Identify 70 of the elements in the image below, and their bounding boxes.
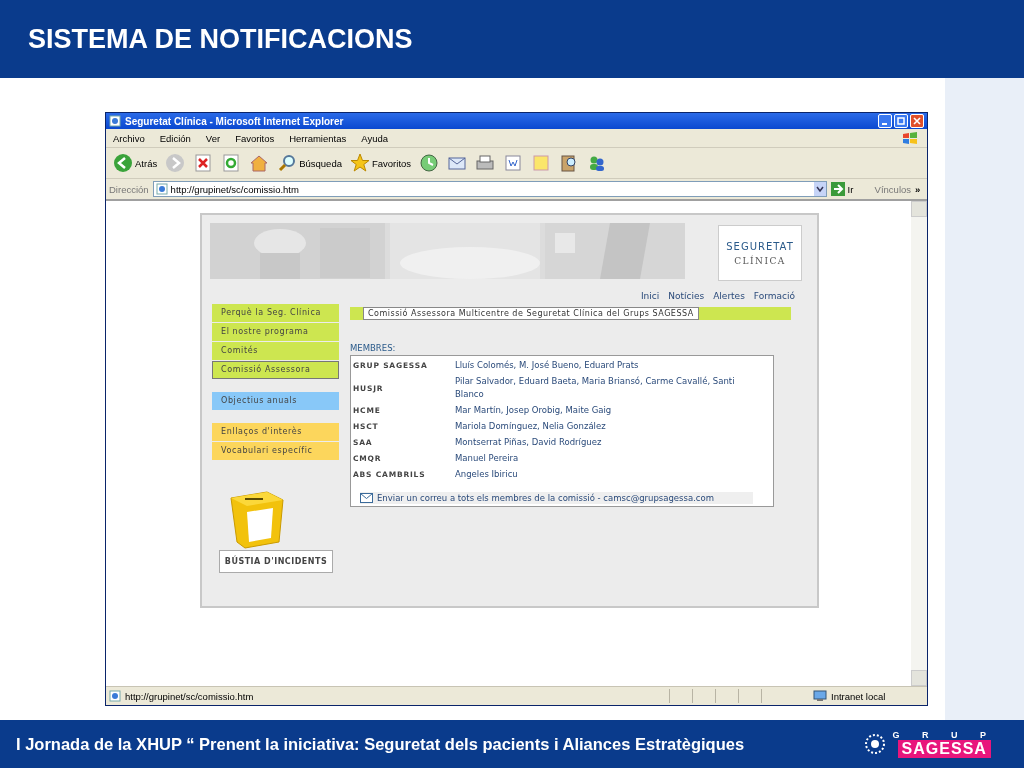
logo-text: CLÍNICA: [734, 255, 786, 266]
cross-icon: [193, 153, 214, 173]
document-icon: [503, 153, 524, 173]
sidebar-item[interactable]: El nostre programa: [212, 323, 339, 341]
menu-item[interactable]: Edición: [159, 132, 191, 144]
zone-label: Intranet local: [831, 690, 886, 702]
logo-text: SEGURETAT: [726, 240, 794, 252]
maximize-button[interactable]: [894, 114, 908, 128]
close-icon: [913, 117, 921, 125]
sidebar-item[interactable]: Comités: [212, 342, 339, 360]
page-icon: [155, 183, 168, 195]
computer-icon: [813, 690, 827, 702]
window-title: Seguretat Clínica - Microsoft Internet Explorer: [125, 115, 345, 127]
refresh-icon: [221, 153, 242, 173]
logo-name: SAGESSA: [897, 740, 991, 758]
menu-item[interactable]: Ver: [205, 132, 221, 144]
search-icon: [277, 153, 298, 173]
member-names[interactable]: Montserrat Piñas, David Rodríguez: [455, 436, 755, 449]
mailbox-drawing: [227, 490, 287, 550]
member-names[interactable]: Lluís Colomés, M. José Bueno, Eduard Prats: [455, 359, 755, 372]
sidebar-item[interactable]: Vocabulari específic: [212, 442, 339, 460]
footer-text: I Jornada de la XHUP “ Prenent la iniciativa: Seguretat dels pacients i Aliances Estratègiques: [16, 734, 746, 754]
nav-link[interactable]: Alertes: [713, 291, 745, 305]
links-more-button[interactable]: »: [915, 183, 921, 195]
logo-text: G R U P: [892, 730, 996, 740]
nav-link[interactable]: Formació: [753, 291, 795, 305]
page-heading: Comissió Assessora Multicentre de Seguretat Clínica del Grups SAGESSA: [363, 307, 699, 320]
menu-item[interactable]: Herramientas: [289, 132, 347, 144]
scrollbar[interactable]: [911, 201, 927, 686]
envelope-icon: [360, 493, 373, 503]
menu-item[interactable]: Favoritos: [235, 132, 275, 144]
menu-item[interactable]: Ayuda: [361, 132, 388, 144]
page-icon: [109, 115, 121, 127]
status-url: http://grupinet/sc/comissio.htm: [125, 690, 255, 702]
address-label: Dirección: [109, 183, 149, 195]
sidebar-item[interactable]: Objectius anuals: [212, 392, 339, 410]
sidebar-item[interactable]: Perquè la Seg. Clínica: [212, 304, 339, 322]
member-names[interactable]: Mariola Domínguez, Nelia González: [455, 420, 755, 433]
clock-icon: [419, 153, 440, 173]
sidebar-item[interactable]: Enllaços d'interès: [212, 423, 339, 441]
slide-title: SISTEMA DE NOTIFICACIONS: [28, 23, 413, 55]
member-names[interactable]: Manuel Pereira: [455, 452, 755, 465]
links-label[interactable]: Vínculos: [874, 183, 912, 195]
members-label: MEMBRES:: [350, 343, 397, 353]
star-icon: [350, 153, 370, 173]
menu-item[interactable]: Archivo: [113, 132, 145, 144]
favorites-button[interactable]: Favoritos: [349, 152, 413, 174]
nav-link[interactable]: Notícies: [668, 291, 705, 305]
sidebar-item[interactable]: Comissió Assessora: [212, 361, 339, 379]
member-names[interactable]: Mar Martín, Josep Orobig, Maite Gaig: [455, 404, 755, 417]
printer-icon: [475, 153, 496, 173]
back-button[interactable]: Atrás: [112, 152, 159, 174]
page-icon: [109, 690, 121, 702]
history-button[interactable]: [418, 152, 441, 174]
minimize-button[interactable]: [878, 114, 892, 128]
house-icon: [249, 153, 270, 173]
mail-all-link[interactable]: Enviar un correu a tots els membres de la comissió - camsc@grupsagessa.com: [377, 493, 714, 503]
windows-flag-icon: [901, 131, 919, 145]
search-button[interactable]: Búsqueda: [276, 152, 343, 174]
close-button[interactable]: [910, 114, 924, 128]
dropdown-icon[interactable]: [813, 182, 826, 196]
go-button[interactable]: Ir: [830, 182, 871, 196]
arrow-icon: [830, 182, 845, 196]
address-field[interactable]: http://grupinet/sc/comissio.htm: [152, 181, 827, 197]
nav-link[interactable]: Inici: [640, 291, 660, 305]
member-names[interactable]: Angeles Ibiricu: [455, 468, 755, 481]
mailbox-button[interactable]: BÚSTIA D'INCIDENTS: [219, 550, 333, 573]
note-icon: [531, 153, 552, 173]
maximize-icon: [897, 117, 905, 125]
member-names[interactable]: Pilar Salvador, Eduard Baeta, Maria Briansó, Carme Cavallé, Santi Blanco: [455, 375, 755, 401]
